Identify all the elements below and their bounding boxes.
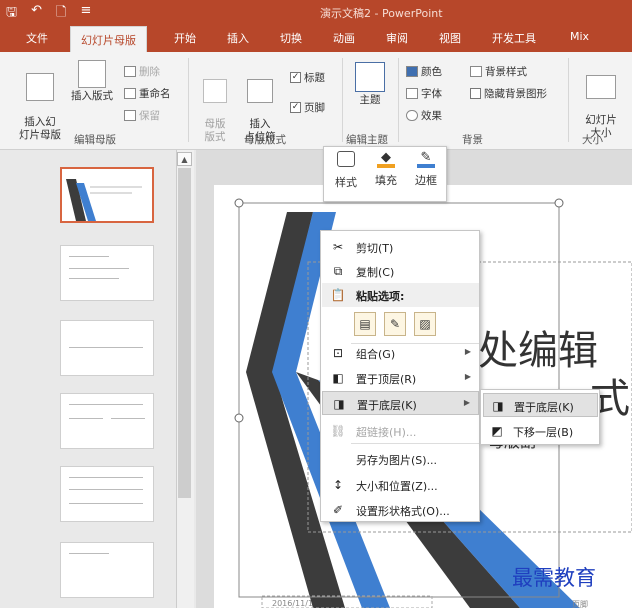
- send-to-back-submenu: ◨ 置于底层(K) ◩ 下移一层(B): [480, 389, 600, 445]
- format-shape-icon: ✐: [332, 503, 344, 517]
- menu-item-bring-to-front[interactable]: ◧ 置于顶层(R) ▶: [322, 366, 479, 390]
- submenu-item-send-to-back[interactable]: ◨ 置于底层(K): [483, 393, 598, 417]
- resize-handle[interactable]: [554, 198, 564, 208]
- menu-item-paste-options: 📋 粘贴选项:: [322, 283, 479, 307]
- mini-toolbar: 样式 ◆ 填充 ✎ 边框: [323, 146, 447, 202]
- paint-bucket-icon: ◆: [377, 151, 395, 168]
- watermark-text: 最需教育: [512, 566, 596, 590]
- menu-item-format-shape[interactable]: ✐ 设置形状格式(O)...: [322, 498, 479, 522]
- slide-title-text[interactable]: 处编辑: [478, 318, 598, 376]
- menu-item-send-to-back[interactable]: ◨ 置于底层(K) ▶: [322, 391, 479, 415]
- group-icon: ⊡: [332, 346, 344, 360]
- style-button[interactable]: 样式: [328, 151, 364, 190]
- context-menu: ✂ 剪切(T) ⧉ 复制(C) 📋 粘贴选项: ⊡ 组合(G) ▶ ◧ 置于顶层…: [320, 230, 480, 522]
- date-placeholder[interactable]: 2016/11/1: [272, 599, 313, 608]
- fill-button[interactable]: ◆ 填充: [368, 151, 404, 188]
- size-position-icon: ↕: [332, 478, 344, 492]
- menu-item-group[interactable]: ⊡ 组合(G) ▶: [322, 341, 479, 365]
- send-to-back-icon: ◨: [492, 399, 504, 413]
- menu-item-copy[interactable]: ⧉ 复制(C): [322, 259, 479, 283]
- link-icon: ⛓: [330, 424, 346, 438]
- submenu-arrow-icon: ▶: [464, 347, 471, 356]
- footer-placeholder[interactable]: 页脚: [572, 599, 588, 608]
- pen-outline-icon: ✎: [417, 151, 435, 168]
- menu-separator: [351, 443, 479, 444]
- paste-keep-source-icon[interactable]: ▤: [354, 312, 376, 336]
- submenu-arrow-icon: ▶: [464, 372, 471, 381]
- send-backward-icon: ◩: [491, 424, 503, 438]
- paste-destination-theme-icon[interactable]: ✎: [384, 312, 406, 336]
- border-button[interactable]: ✎ 边框: [408, 151, 444, 188]
- submenu-item-send-backward[interactable]: ◩ 下移一层(B): [483, 419, 598, 443]
- menu-item-size-position[interactable]: ↕ 大小和位置(Z)...: [322, 473, 479, 497]
- menu-item-hyperlink[interactable]: ⛓ 超链接(H)...: [322, 419, 479, 443]
- paste-picture-icon[interactable]: ▨: [414, 312, 436, 336]
- menu-item-cut[interactable]: ✂ 剪切(T): [322, 235, 479, 259]
- menu-item-save-as-picture[interactable]: 另存为图片(S)...: [322, 447, 479, 471]
- scissors-icon: ✂: [332, 240, 344, 254]
- resize-handle[interactable]: [234, 198, 244, 208]
- resize-handle[interactable]: [234, 413, 244, 423]
- copy-icon: ⧉: [333, 264, 343, 278]
- shape-style-icon: [337, 151, 355, 167]
- slide-graphics: [234, 198, 632, 608]
- clipboard-icon: 📋: [330, 288, 346, 302]
- bring-to-front-icon: ◧: [332, 371, 344, 385]
- submenu-arrow-icon: ▶: [463, 398, 470, 407]
- send-to-back-icon: ◨: [333, 397, 345, 411]
